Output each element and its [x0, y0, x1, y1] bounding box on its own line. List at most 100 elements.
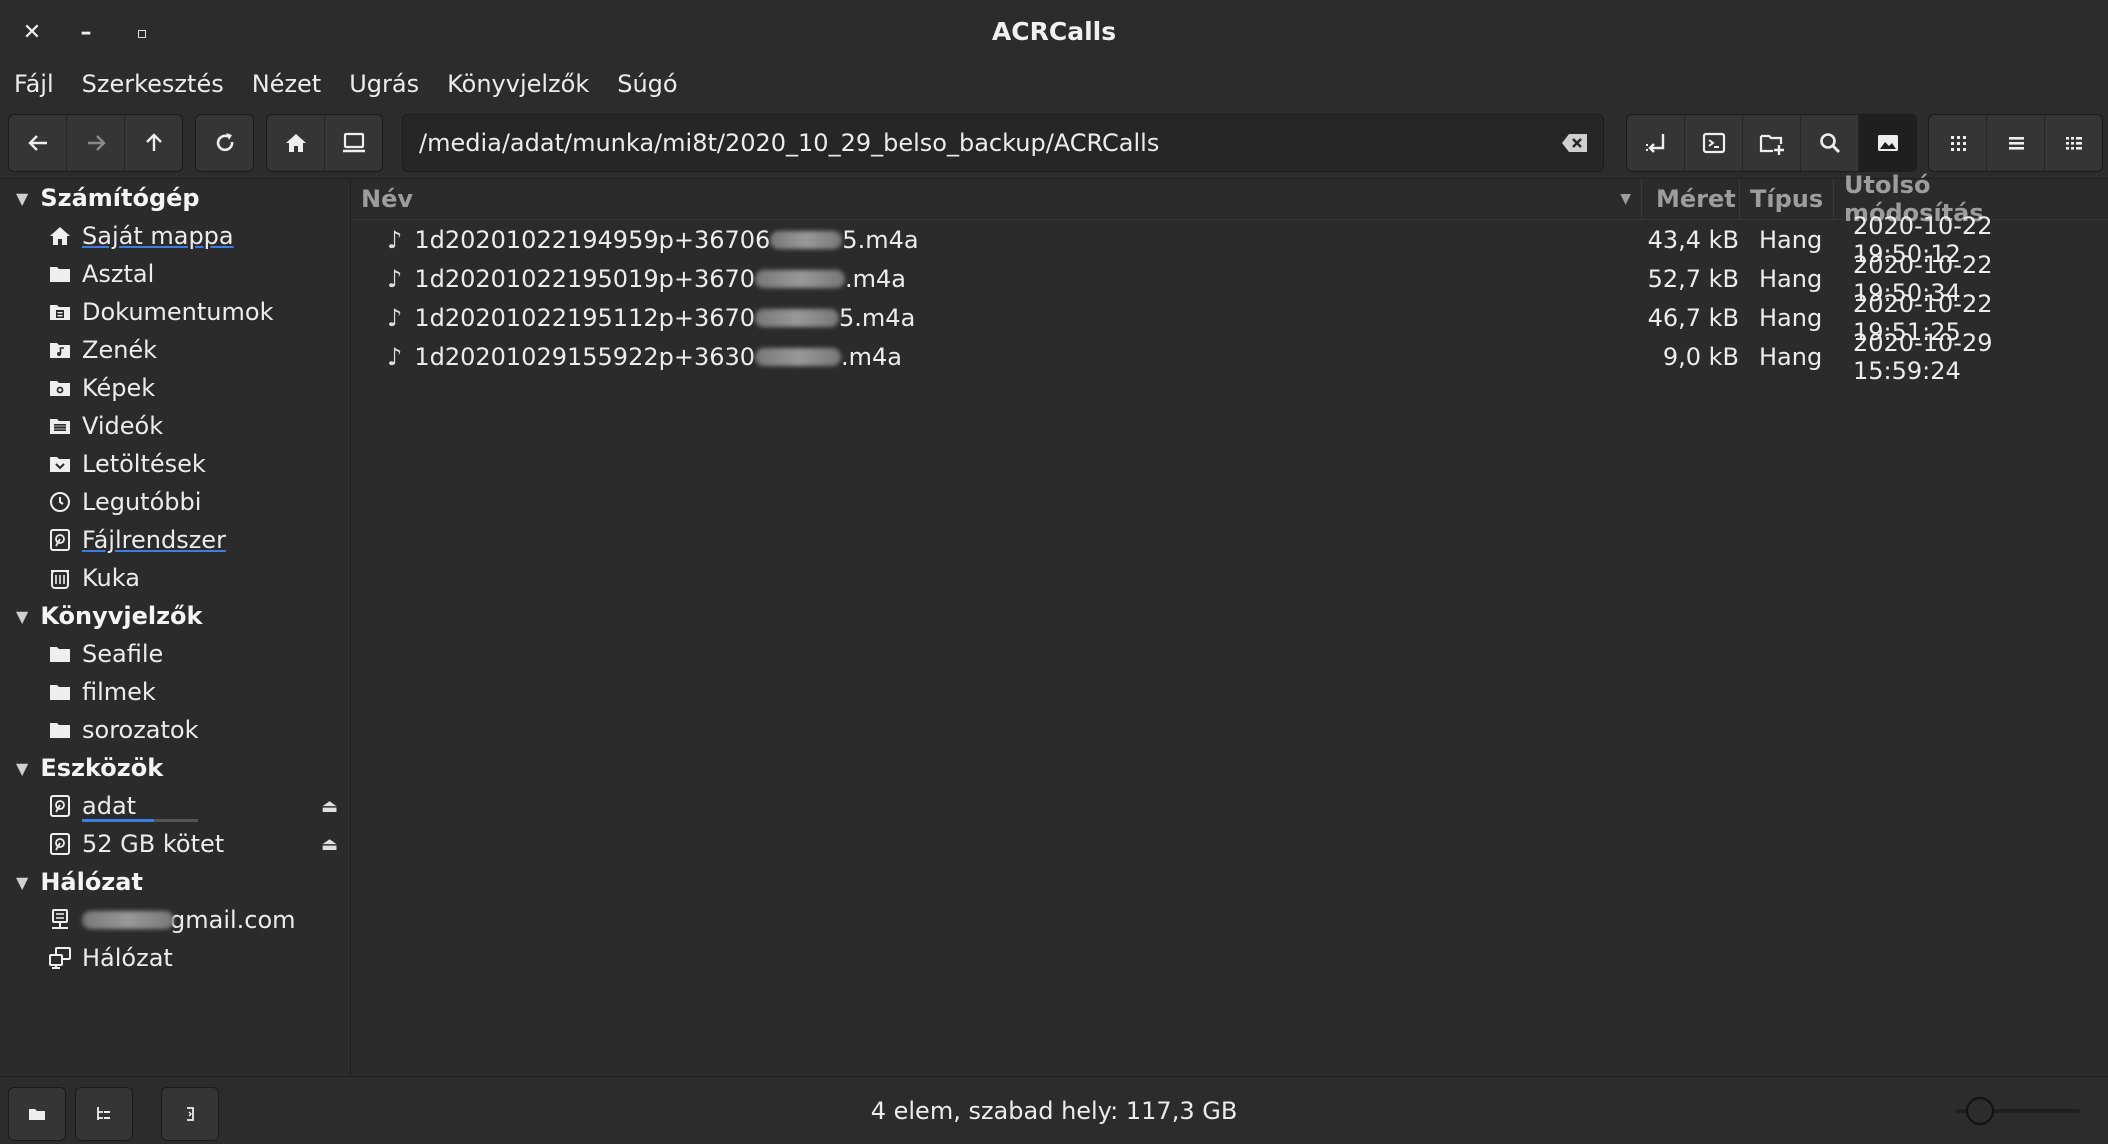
home-button[interactable]: [267, 115, 325, 171]
menu-help[interactable]: Súgó: [603, 70, 691, 98]
sidebar-item-recent[interactable]: Legutóbbi: [0, 483, 350, 521]
folder-icon: [46, 260, 74, 288]
sidebar-item-sorozatok[interactable]: sorozatok: [0, 711, 350, 749]
sidebar-item-label: Letöltések: [82, 450, 206, 478]
up-button[interactable]: [125, 115, 182, 171]
computer-icon: [342, 132, 365, 153]
sidebar-section-computer[interactable]: ▼ Számítógép: [0, 179, 350, 217]
tools-group: [1626, 114, 1917, 172]
sidebar-item-label: adat: [82, 792, 137, 820]
sidebar-item-label: Saját mappa: [82, 222, 234, 250]
folder-icon: [46, 640, 74, 668]
menu-edit[interactable]: Szerkesztés: [68, 70, 238, 98]
menu-file[interactable]: Fájl: [0, 70, 68, 98]
disk-usage-bar: [82, 819, 198, 822]
computer-button[interactable]: [325, 115, 382, 171]
file-name-cell: ♪ 1d20201022194959p+36706 5.m4a: [351, 226, 1641, 254]
redacted-text: [755, 308, 840, 327]
sidebar-item-music[interactable]: Zenék: [0, 331, 350, 369]
sidebar-item-videos[interactable]: Videók: [0, 407, 350, 445]
drive-icon: [46, 792, 74, 820]
image-preview-button[interactable]: [1859, 115, 1916, 171]
back-button[interactable]: [9, 115, 67, 171]
sidebar-item-downloads[interactable]: Letöltések: [0, 445, 350, 483]
sidebar-item-52gb-volume[interactable]: 52 GB kötet ⏏: [0, 825, 350, 863]
minimize-button[interactable]: –: [66, 12, 106, 52]
zoom-slider[interactable]: [1956, 1097, 2080, 1125]
file-size: 9,0 kB: [1662, 342, 1739, 371]
menu-go[interactable]: Ugrás: [335, 70, 433, 98]
sidebar-item-label: Videók: [82, 412, 164, 440]
new-folder-button[interactable]: [1743, 115, 1801, 171]
search-icon: [1819, 133, 1840, 154]
sidebar-item-home[interactable]: Saját mappa: [0, 217, 350, 255]
sidebar-section-network[interactable]: ▼ Hálózat: [0, 863, 350, 901]
file-type: Hang: [1759, 225, 1823, 254]
sidebar-item-label: Zenék: [82, 336, 158, 364]
redacted-text: [82, 911, 174, 929]
close-button[interactable]: ✕: [12, 12, 52, 52]
list-view-button[interactable]: [1987, 115, 2045, 171]
icon-view-button[interactable]: [1929, 115, 1987, 171]
eject-icon[interactable]: ⏏: [321, 834, 338, 855]
sidebar-item-documents[interactable]: Dokumentumok: [0, 293, 350, 331]
file-name-suffix: .m4a: [841, 342, 903, 371]
menu-view[interactable]: Nézet: [238, 70, 336, 98]
open-icon: [1645, 134, 1664, 153]
toolbar: [0, 106, 2108, 179]
terminal-button[interactable]: [1685, 115, 1743, 171]
sidebar-item-filesystem[interactable]: Fájlrendszer: [0, 521, 350, 559]
image-preview-icon: [1877, 135, 1898, 151]
sidebar-item-label: Hálózat: [82, 944, 173, 972]
file-name-cell: ♪ 1d20201029155922p+3630 .m4a: [351, 343, 1641, 371]
sidebar-section-devices[interactable]: ▼ Eszközök: [0, 749, 350, 787]
sidebar-item-gmail-share[interactable]: gmail.com: [0, 901, 350, 939]
maximize-button[interactable]: ▫: [122, 12, 162, 52]
sidebar-item-pictures[interactable]: Képek: [0, 369, 350, 407]
sidebar-item-filmek[interactable]: filmek: [0, 673, 350, 711]
sidebar-item-label: gmail.com: [170, 906, 296, 934]
sidebar-item-adat[interactable]: adat ⏏: [0, 787, 350, 825]
sidebar-item-label: sorozatok: [82, 716, 199, 744]
zoom-slider-knob[interactable]: [1965, 1097, 1994, 1125]
eject-icon[interactable]: ⏏: [321, 796, 338, 817]
reload-button[interactable]: [196, 115, 253, 171]
column-type-label: Típus: [1750, 185, 1824, 213]
open-location-button[interactable]: [1627, 115, 1685, 171]
column-name[interactable]: Név ▼: [351, 185, 1641, 213]
sidebar-item-desktop[interactable]: Asztal: [0, 255, 350, 293]
file-name-prefix: 1d20201022194959p+36706: [414, 225, 771, 254]
column-size[interactable]: Méret: [1641, 179, 1739, 219]
documents-icon: [46, 298, 74, 326]
sidebar-item-label: 52 GB kötet: [82, 830, 225, 858]
sidebar-item-trash[interactable]: Kuka: [0, 559, 350, 597]
sidebar-item-label: Legutóbbi: [82, 488, 202, 516]
file-row[interactable]: ♪ 1d20201029155922p+3630 .m4a 9,0 kB Han…: [351, 329, 2108, 385]
file-name-prefix: 1d20201022195112p+3670: [414, 303, 756, 332]
sidebar-item-seafile[interactable]: Seafile: [0, 635, 350, 673]
sidebar-item-label: Asztal: [82, 260, 155, 288]
file-list-view: Név ▼ Méret Típus Utolsó módosítás ♪ 1d2…: [351, 171, 2108, 1075]
sidebar-item-network[interactable]: Hálózat: [0, 939, 350, 977]
file-name-prefix: 1d20201022195019p+3670: [414, 264, 756, 293]
column-size-label: Méret: [1656, 185, 1736, 213]
file-size: 52,7 kB: [1647, 264, 1739, 293]
section-title: Hálózat: [40, 868, 143, 896]
file-type: Hang: [1759, 342, 1823, 371]
menu-bookmarks[interactable]: Könyvjelzők: [433, 70, 603, 98]
folder-icon: [46, 678, 74, 706]
section-title: Számítógép: [40, 184, 200, 212]
sidebar-section-bookmarks[interactable]: ▼ Könyvjelzők: [0, 597, 350, 635]
audio-file-icon: ♪: [387, 264, 403, 293]
column-type[interactable]: Típus: [1739, 179, 1833, 219]
search-button[interactable]: [1801, 115, 1859, 171]
folder-icon: [46, 716, 74, 744]
forward-button[interactable]: [67, 115, 125, 171]
location-input[interactable]: [403, 128, 1547, 158]
new-folder-icon: [1759, 134, 1784, 155]
clear-location-button[interactable]: [1547, 115, 1603, 171]
compact-view-button[interactable]: [2045, 115, 2102, 171]
audio-file-icon: ♪: [387, 225, 403, 254]
up-icon: [145, 133, 162, 151]
sidebar-item-label: Kuka: [82, 564, 140, 592]
